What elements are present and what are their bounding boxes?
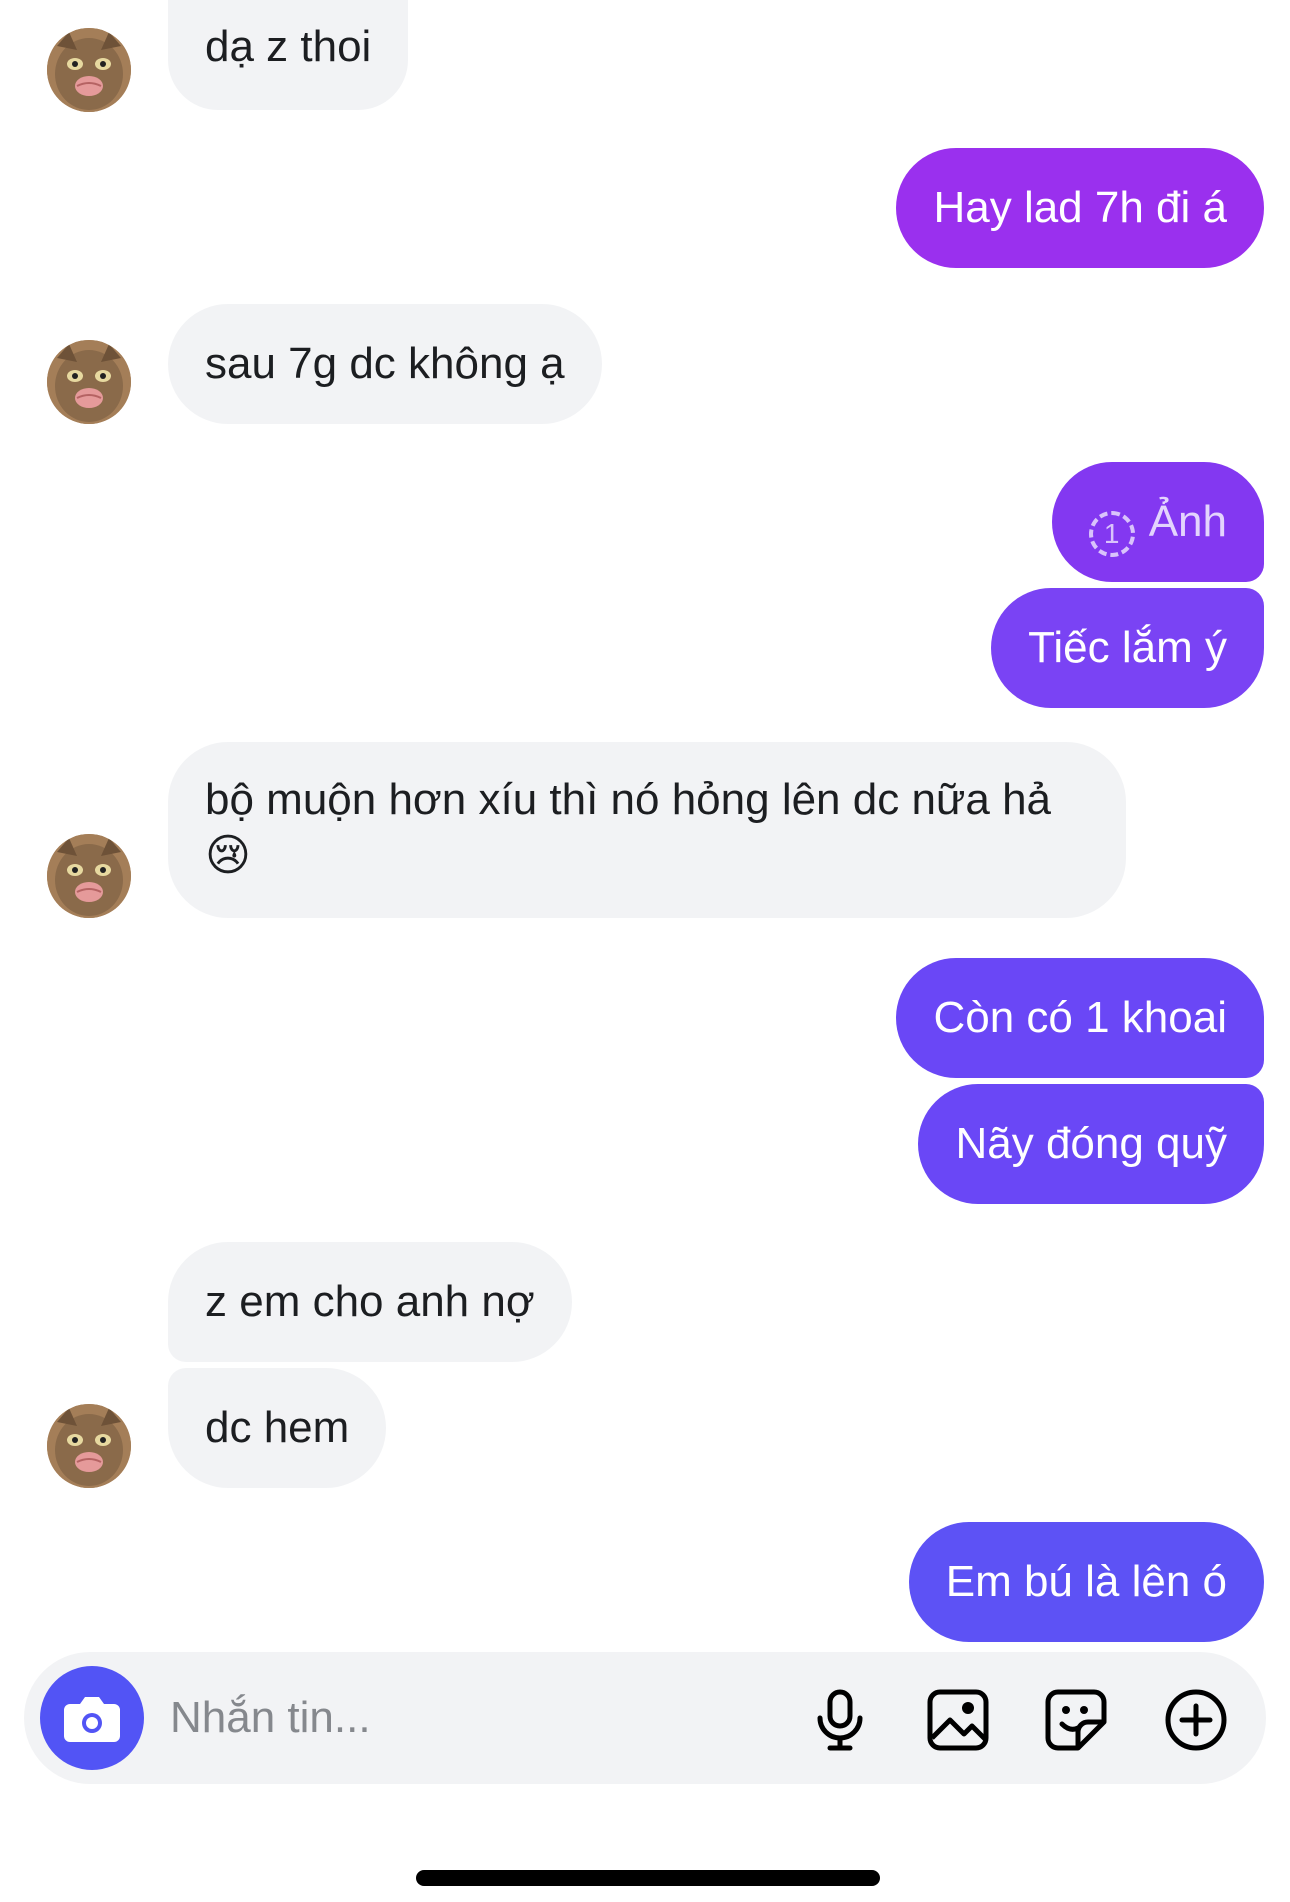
outgoing-message[interactable]: Nãy đóng quỹ <box>918 1084 1264 1204</box>
incoming-message[interactable]: dạ z thoi <box>168 0 409 110</box>
camera-button[interactable] <box>40 1666 144 1770</box>
message-text: dc hem <box>205 1403 350 1452</box>
message-text: Em bú là lên ó <box>945 1557 1227 1606</box>
view-once-photo-message[interactable]: 1 Ảnh <box>1051 462 1264 582</box>
home-indicator[interactable] <box>416 1870 880 1886</box>
message-text: z em cho anh nợ <box>205 1277 535 1326</box>
message-text: Nãy đóng quỹ <box>955 1119 1227 1168</box>
plus-icon <box>1165 1689 1227 1751</box>
gallery-icon <box>927 1689 989 1751</box>
sticker-icon <box>1045 1689 1107 1751</box>
contact-avatar[interactable] <box>47 28 131 112</box>
cat-avatar-icon <box>47 834 131 918</box>
microphone-icon <box>817 1689 863 1751</box>
message-input[interactable]: Nhắn tin... <box>170 1652 371 1784</box>
message-text: sau 7g dc không ạ <box>205 339 565 388</box>
view-once-photo-icon: 1 <box>1088 511 1135 557</box>
contact-avatar[interactable] <box>47 834 131 918</box>
outgoing-message[interactable]: Tiếc lắm ý <box>991 588 1264 708</box>
cat-avatar-icon <box>47 28 131 112</box>
incoming-message[interactable]: bộ muộn hơn xíu thì nó hỏng lên dc nữa h… <box>168 742 1126 918</box>
contact-avatar[interactable] <box>47 340 131 424</box>
outgoing-message[interactable]: Em bú là lên ó <box>908 1522 1264 1642</box>
message-text: Hay lad 7h đi á <box>933 183 1227 232</box>
outgoing-message[interactable]: Còn có 1 khoai <box>896 958 1264 1078</box>
message-composer: Nhắn tin... <box>24 1652 1266 1784</box>
message-text: dạ z thoi <box>205 22 372 71</box>
incoming-message[interactable]: z em cho anh nợ <box>168 1242 572 1362</box>
message-text: bộ muộn hơn xíu thì nó hỏng lên dc nữa h… <box>205 775 1052 824</box>
camera-icon <box>64 1697 120 1742</box>
gallery-button[interactable] <box>924 1686 992 1754</box>
outgoing-message[interactable]: Hay lad 7h đi á <box>896 148 1264 268</box>
microphone-button[interactable] <box>806 1686 874 1754</box>
message-text: Ảnh <box>1148 497 1227 546</box>
incoming-message[interactable]: dc hem <box>168 1368 387 1488</box>
message-text: Tiếc lắm ý <box>1028 623 1227 672</box>
contact-avatar[interactable] <box>47 1404 131 1488</box>
crying-emoji: 😢 <box>205 831 251 880</box>
more-options-button[interactable] <box>1162 1686 1230 1754</box>
message-text: Còn có 1 khoai <box>933 993 1227 1042</box>
cat-avatar-icon <box>47 340 131 424</box>
message-input-placeholder: Nhắn tin... <box>170 1693 371 1742</box>
incoming-message[interactable]: sau 7g dc không ạ <box>168 304 602 424</box>
sticker-button[interactable] <box>1042 1686 1110 1754</box>
cat-avatar-icon <box>47 1404 131 1488</box>
